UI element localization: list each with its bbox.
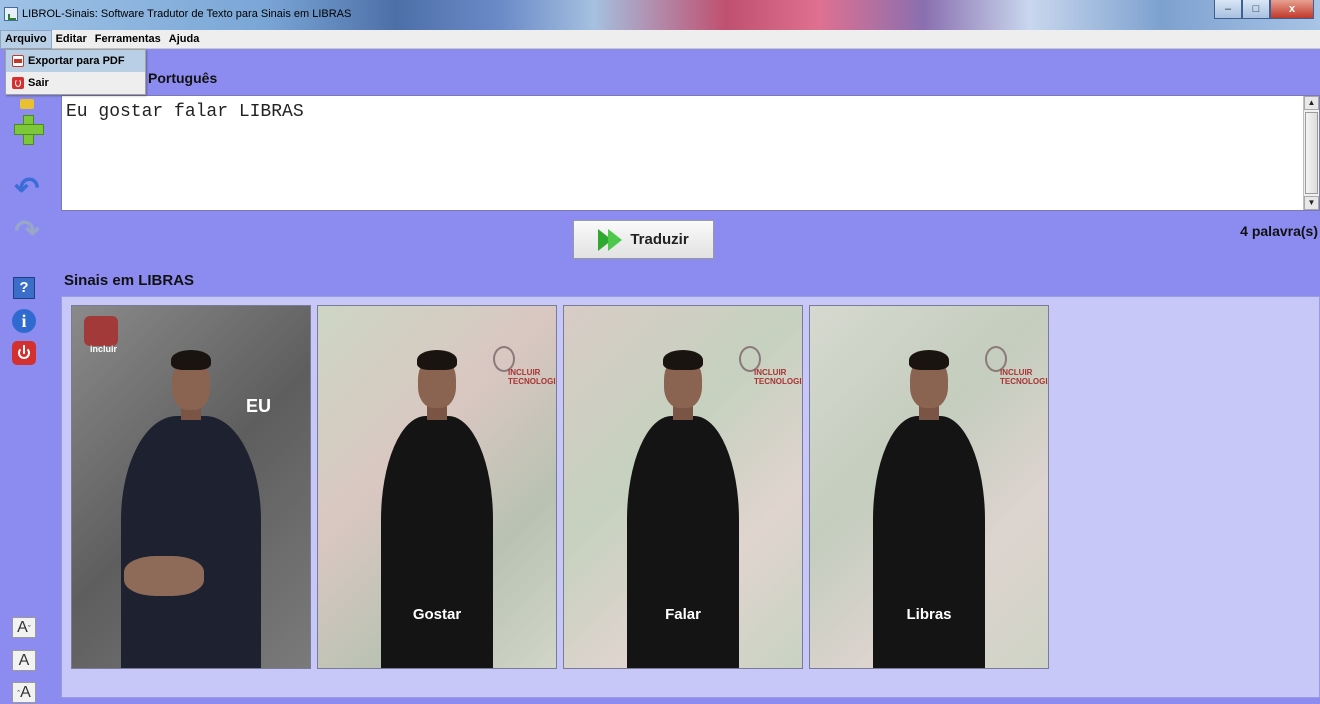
portuguese-text-input[interactable]: Eu gostar falar LIBRAS ▲ ▼	[61, 95, 1320, 211]
font-increase-button[interactable]: ˆA	[12, 682, 36, 703]
signer-body	[627, 416, 739, 668]
word-count: 4 palavra(s)	[1240, 223, 1318, 239]
signer-body	[381, 416, 493, 668]
card-logo: INCLUIR TECNOLOGIA	[508, 368, 557, 386]
menu-editar[interactable]: Editar	[52, 30, 91, 49]
add-icon[interactable]	[12, 113, 44, 145]
window-title: LIBROL-Sinais: Software Tradutor de Text…	[22, 8, 352, 20]
sign-card-eu: incluir EU	[71, 305, 311, 669]
scroll-thumb[interactable]	[1305, 112, 1318, 194]
info-icon[interactable]: i	[12, 309, 36, 333]
translate-button[interactable]: Traduzir	[573, 220, 714, 259]
signer-hair	[417, 350, 457, 370]
signer-hair	[663, 350, 703, 370]
font-decrease-button[interactable]: Aˇ	[12, 617, 36, 638]
sign-word: Libras	[906, 606, 952, 623]
font-normal-button[interactable]: A	[12, 650, 36, 671]
menu-bar: Arquivo Editar Ferramentas Ajuda	[0, 29, 1320, 49]
sign-card-libras: INCLUIR TECNOLOGIA Libras	[809, 305, 1049, 669]
signer-body	[121, 416, 261, 668]
text-scrollbar[interactable]: ▲ ▼	[1303, 96, 1319, 210]
app-icon	[4, 7, 18, 21]
power-icon[interactable]	[12, 341, 36, 365]
portuguese-label: Português	[148, 70, 218, 86]
sign-card-gostar: INCLUIR TECNOLOGIA Gostar	[317, 305, 557, 669]
pdf-icon	[12, 55, 24, 67]
close-button[interactable]: x	[1270, 0, 1314, 19]
incluir-logo-icon	[84, 316, 118, 346]
sign-card-falar: INCLUIR TECNOLOGIA Falar	[563, 305, 803, 669]
signer-body	[873, 416, 985, 668]
menu-item-label: Exportar para PDF	[28, 55, 125, 67]
window-controls: – □ x	[1214, 0, 1314, 19]
sign-word: Falar	[665, 606, 701, 623]
menu-item-label: Sair	[28, 77, 49, 89]
redo-icon[interactable]: ↷	[12, 217, 42, 247]
help-icon[interactable]: ?	[13, 277, 35, 299]
left-toolbar: ↶ ↷ ? i Aˇ A ˆA	[0, 49, 57, 704]
menu-ferramentas[interactable]: Ferramentas	[91, 30, 165, 49]
exit-icon	[12, 77, 24, 89]
minimize-button[interactable]: –	[1214, 0, 1242, 19]
scroll-down-icon[interactable]: ▼	[1304, 196, 1319, 210]
menu-item-export-pdf[interactable]: Exportar para PDF	[6, 50, 145, 72]
menu-ajuda[interactable]: Ajuda	[165, 30, 204, 49]
sign-word: Gostar	[412, 606, 462, 623]
title-bar: LIBROL-Sinais: Software Tradutor de Text…	[0, 0, 1320, 30]
signer-hair	[909, 350, 949, 370]
translate-button-label: Traduzir	[630, 231, 689, 248]
fast-forward-icon	[598, 228, 624, 251]
scroll-up-icon[interactable]: ▲	[1304, 96, 1319, 110]
maximize-button[interactable]: □	[1242, 0, 1270, 19]
signer-hair	[171, 350, 211, 370]
undo-icon[interactable]: ↶	[12, 174, 42, 204]
card-logo: incluir	[90, 344, 118, 354]
card-logo: INCLUIR TECNOLOGIA	[1000, 368, 1049, 386]
arquivo-dropdown: Exportar para PDF Sair	[5, 49, 146, 95]
signer-hand	[124, 556, 204, 596]
card-logo: INCLUIR TECNOLOGIA	[754, 368, 803, 386]
input-text: Eu gostar falar LIBRAS	[66, 102, 304, 122]
signs-panel: incluir EU INCLUIR TECNOLOGIA Gostar INC…	[61, 296, 1320, 698]
libras-label: Sinais em LIBRAS	[64, 272, 195, 289]
menu-item-exit[interactable]: Sair	[6, 72, 145, 94]
sign-word: EU	[246, 396, 272, 416]
open-file-icon[interactable]	[20, 99, 34, 109]
menu-arquivo[interactable]: Arquivo	[0, 29, 52, 49]
